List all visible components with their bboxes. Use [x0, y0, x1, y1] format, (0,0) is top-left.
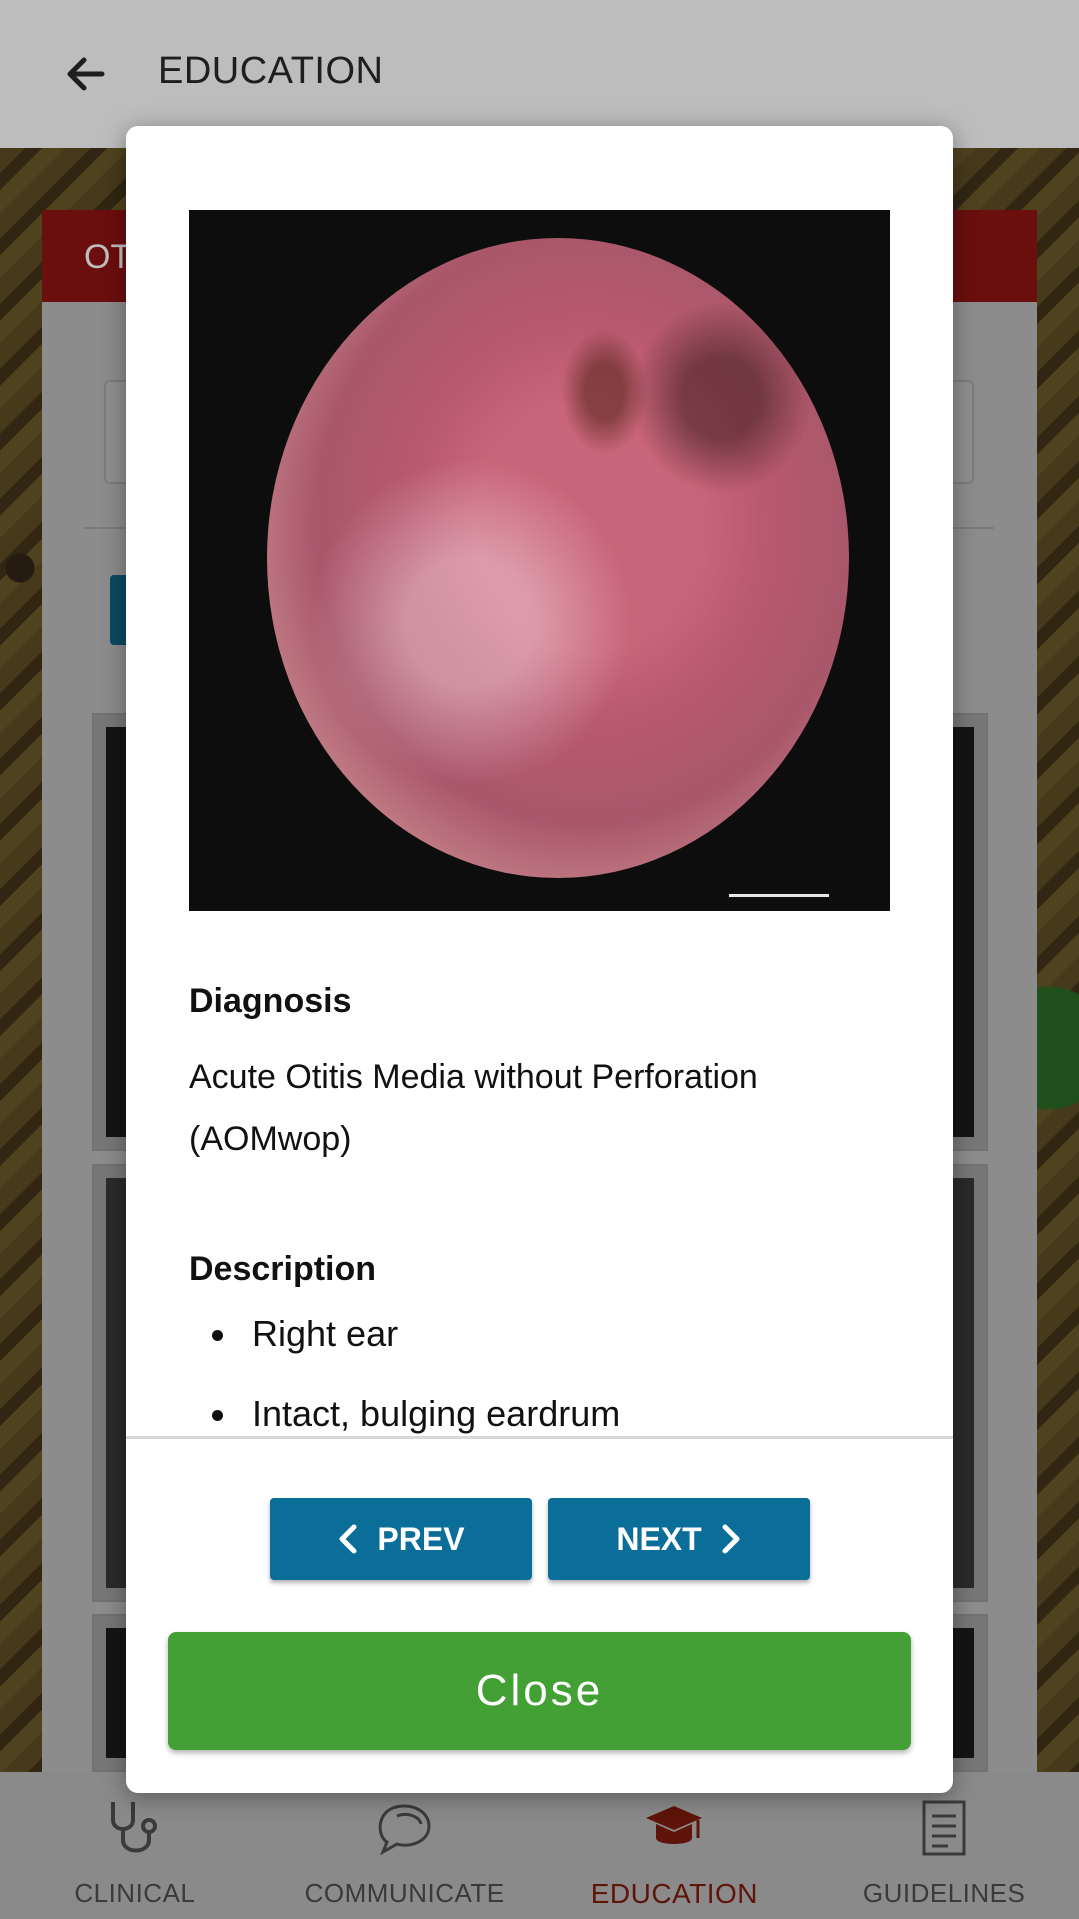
modal-divider [126, 1436, 953, 1439]
close-button[interactable]: Close [168, 1632, 911, 1750]
nav-label: CLINICAL [74, 1878, 196, 1908]
list-item: Right ear [189, 1294, 889, 1374]
nav-item-clinical[interactable]: CLINICAL [0, 1772, 270, 1919]
graduation-cap-icon [642, 1798, 706, 1858]
document-icon [912, 1798, 976, 1858]
list-item: Intact, bulging eardrum [189, 1374, 889, 1436]
chevron-right-icon [722, 1524, 740, 1554]
back-button[interactable] [58, 46, 114, 102]
nav-label: EDUCATION [590, 1878, 759, 1909]
eardrum-shading [267, 238, 849, 878]
stethoscope-icon [103, 1798, 167, 1858]
modal-scroll-area[interactable]: Diagnosis Acute Otitis Media without Per… [126, 126, 953, 1436]
chevron-left-icon [339, 1524, 357, 1554]
prev-button[interactable]: PREV [270, 1498, 532, 1580]
page-title: EDUCATION [158, 50, 384, 92]
diagnosis-heading: Diagnosis [189, 982, 352, 1020]
image-scale-bar [729, 894, 829, 897]
background-card-title: OT [84, 238, 132, 276]
nav-label: GUIDELINES [862, 1878, 1026, 1908]
diagnosis-text: Acute Otitis Media without Perforation (… [189, 1058, 758, 1158]
nav-label: COMMUNICATE [304, 1878, 505, 1908]
otoscope-image [189, 210, 890, 911]
chat-bubbles-icon [373, 1798, 437, 1858]
arrow-left-icon [67, 57, 105, 91]
next-button[interactable]: NEXT [548, 1498, 810, 1580]
education-modal: Diagnosis Acute Otitis Media without Per… [126, 126, 953, 1793]
bottom-navigation: CLINICAL COMMUNICATE EDUCATION GUIDELINE… [0, 1772, 1079, 1919]
nav-item-education[interactable]: EDUCATION [540, 1772, 810, 1919]
description-list: Right ear Intact, bulging eardrum [189, 1294, 889, 1436]
prev-label: PREV [377, 1520, 465, 1557]
nav-item-communicate[interactable]: COMMUNICATE [270, 1772, 540, 1919]
nav-item-guidelines[interactable]: GUIDELINES [809, 1772, 1079, 1919]
description-heading: Description [189, 1250, 377, 1288]
next-label: NEXT [616, 1520, 702, 1557]
